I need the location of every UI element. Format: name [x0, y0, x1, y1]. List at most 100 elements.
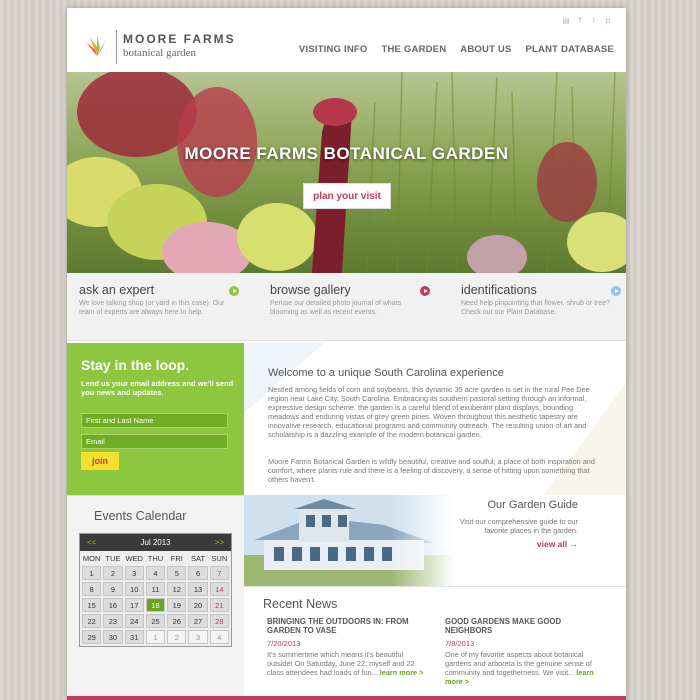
calendar-day[interactable]: 25 — [145, 614, 166, 628]
news-item-title[interactable]: GOOD GARDENS MAKE GOOD NEIGHBORS — [445, 617, 605, 635]
learn-more-link[interactable]: learn more > — [380, 668, 424, 677]
calendar-day[interactable]: 8 — [82, 582, 102, 596]
welcome-paragraph-2: Moore Farms Botanical Garden is wildly b… — [268, 457, 595, 484]
news-item: GOOD GARDENS MAKE GOOD NEIGHBORS 7/8/201… — [445, 617, 605, 686]
email-field[interactable]: Email — [81, 434, 228, 449]
logo-leaves-icon[interactable] — [84, 36, 110, 58]
feature-browse-gallery[interactable]: browse gallery Peruse our detailed photo… — [270, 283, 430, 317]
calendar-day[interactable]: 4 — [145, 566, 166, 580]
calendar-day[interactable]: 1 — [145, 630, 166, 644]
welcome-title: Welcome to a unique South Carolina exper… — [268, 367, 504, 379]
calendar-day-today[interactable]: 18 — [145, 598, 166, 612]
calendar-day[interactable]: 7 — [209, 566, 229, 580]
news-item-title[interactable]: BRINGING THE OUTDOORS IN: FROM GARDEN TO… — [267, 617, 427, 635]
calendar-day[interactable]: 10 — [124, 582, 144, 596]
view-all-link[interactable]: view all → — [537, 539, 578, 549]
weekday-label: TUE — [105, 554, 121, 563]
feature-identifications[interactable]: identifications Need help pinpointing th… — [461, 283, 621, 317]
calendar-month: Jul 2013 — [140, 538, 171, 547]
weekday-label: THU — [147, 554, 164, 563]
calendar-day[interactable]: 2 — [103, 566, 123, 580]
calendar-day[interactable]: 14 — [209, 582, 229, 596]
nav-plant-database[interactable]: PLANT DATABASE — [526, 44, 614, 55]
hero-banner: MOORE FARMS BOTANICAL GARDEN plan your v… — [67, 72, 626, 273]
calendar-day[interactable]: 15 — [82, 598, 102, 612]
rss-icon[interactable]: ▤ — [562, 17, 570, 25]
feature-title: browse gallery — [270, 283, 351, 297]
arrow-right-icon[interactable] — [420, 286, 430, 296]
news-item-date: 7/20/2013 — [267, 639, 301, 648]
calendar-day[interactable]: 31 — [124, 630, 144, 644]
logo-divider — [116, 30, 117, 64]
news-item-date: 7/8/2013 — [445, 639, 475, 648]
events-title: Events Calendar — [94, 509, 187, 523]
news-title: Recent News — [263, 597, 338, 611]
calendar-day[interactable]: 6 — [188, 566, 208, 580]
arrow-right-icon[interactable] — [229, 286, 239, 296]
weekday-label: SUN — [211, 554, 228, 563]
calendar-day[interactable]: 3 — [124, 566, 144, 580]
calendar-day[interactable]: 20 — [188, 598, 208, 612]
guide-text: Visit our comprehensive guide to our fav… — [459, 517, 578, 535]
news-item-text: One of my favorite aspects about botanic… — [445, 650, 594, 686]
feature-title: identifications — [461, 283, 537, 297]
calendar-day[interactable]: 22 — [82, 614, 102, 628]
hero-plants-image — [67, 72, 626, 273]
calendar-day[interactable]: 30 — [103, 630, 123, 644]
plan-visit-button[interactable]: plan your visit — [303, 183, 391, 209]
house-photo — [244, 495, 454, 586]
weekday-label: WED — [125, 554, 143, 563]
calendar-day[interactable]: 21 — [209, 598, 229, 612]
calendar-day[interactable]: 29 — [82, 630, 102, 644]
nav-about-us[interactable]: ABOUT US — [460, 44, 511, 55]
brand-title[interactable]: MOORE FARMS — [123, 32, 236, 46]
calendar-day[interactable]: 2 — [167, 630, 187, 644]
feature-ask-expert[interactable]: ask an expert We love talking shop (or y… — [79, 283, 239, 317]
events-calendar-panel: Events Calendar << Jul 2013 >> MON TUE WED… — [67, 495, 244, 700]
weekday-label: SAT — [191, 554, 206, 563]
news-item-text: It's summertime which means it's beautif… — [267, 650, 424, 677]
calendar-day[interactable]: 12 — [167, 582, 187, 596]
nav-the-garden[interactable]: THE GARDEN — [381, 44, 446, 55]
guide-title: Our Garden Guide — [487, 499, 579, 511]
header: MOORE FARMS botanical garden ▤ f t p VIS… — [67, 8, 626, 72]
news-item: BRINGING THE OUTDOORS IN: FROM GARDEN TO… — [267, 617, 427, 677]
name-field[interactable]: First and Last Name — [81, 413, 228, 428]
calendar-day[interactable]: 9 — [103, 582, 123, 596]
calendar-day[interactable]: 23 — [103, 614, 123, 628]
brand-subtitle: botanical garden — [123, 47, 196, 59]
recent-news: Recent News BRINGING THE OUTDOORS IN: FR… — [244, 586, 626, 700]
welcome-paragraph-1: Nestled among fields of corn and soybean… — [268, 385, 590, 439]
calendar-day[interactable]: 13 — [188, 582, 208, 596]
arrow-right-icon[interactable] — [611, 286, 621, 296]
calendar-day[interactable]: 19 — [167, 598, 187, 612]
feature-title: ask an expert — [79, 283, 155, 297]
calendar-day[interactable]: 1 — [82, 566, 102, 580]
calendar-day[interactable]: 27 — [188, 614, 208, 628]
newsletter-signup: Stay in the loop. Lend us your email add… — [67, 343, 244, 495]
calendar-day[interactable]: 24 — [124, 614, 144, 628]
calendar-day[interactable]: 4 — [209, 630, 229, 644]
weekday-label: MON — [82, 554, 101, 563]
calendar-day[interactable]: 5 — [167, 566, 187, 580]
signup-title: Stay in the loop. — [81, 357, 190, 373]
next-month-button[interactable]: >> — [215, 534, 224, 551]
calendar-day[interactable]: 11 — [145, 582, 166, 596]
prev-month-button[interactable]: << — [87, 534, 96, 551]
footer-bar — [67, 696, 626, 700]
calendar-day[interactable]: 17 — [124, 598, 144, 612]
calendar-day[interactable]: 16 — [103, 598, 123, 612]
garden-guide: Our Garden Guide Visit our comprehensive… — [244, 495, 626, 586]
calendar-day[interactable]: 3 — [188, 630, 208, 644]
facebook-icon[interactable]: f — [576, 17, 584, 25]
calendar-day[interactable]: 26 — [167, 614, 187, 628]
social-links: ▤ f t p — [562, 17, 612, 25]
twitter-icon[interactable]: t — [590, 17, 598, 25]
pinterest-icon[interactable]: p — [604, 17, 612, 25]
nav-visiting-info[interactable]: VISITING INFO — [299, 44, 368, 55]
feature-text: Peruse our detailed photo journal of wha… — [270, 300, 402, 316]
welcome-section: Welcome to a unique South Carolina exper… — [244, 343, 626, 495]
join-button[interactable]: join — [81, 452, 119, 470]
feature-row: ask an expert We love talking shop (or y… — [67, 273, 626, 341]
calendar-day[interactable]: 28 — [209, 614, 229, 628]
